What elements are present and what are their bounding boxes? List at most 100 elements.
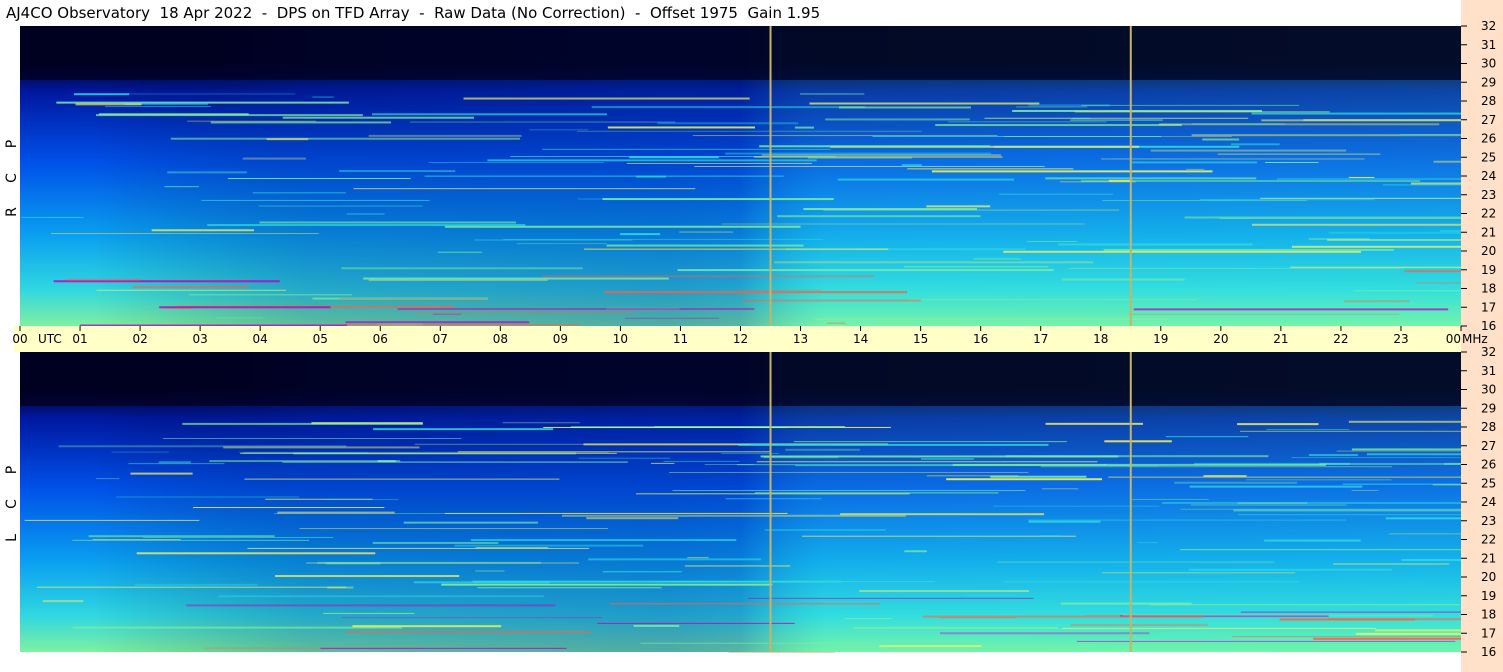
rfi-streak: [922, 615, 1204, 618]
rfi-streak: [1027, 241, 1078, 243]
rfi-streak: [1192, 123, 1285, 125]
rfi-streak: [1251, 223, 1461, 226]
rfi-streak: [463, 97, 750, 100]
rfi-streak: [584, 248, 889, 250]
rfi-streak: [151, 229, 255, 232]
rfi-streak: [274, 575, 460, 578]
rfi-streak: [996, 561, 1275, 563]
time-tick-label: 23: [1393, 332, 1408, 346]
rfi-streak: [306, 562, 579, 564]
rfi-streak: [193, 507, 385, 509]
rfi-streak: [299, 528, 609, 530]
freq-tick-label: 30: [1481, 383, 1496, 397]
spectrogram-shading: [20, 26, 1461, 80]
rfi-streak: [258, 205, 423, 207]
rfi-streak: [577, 130, 922, 132]
freq-tick-label: 24: [1481, 169, 1496, 183]
rfi-streak: [802, 535, 1076, 537]
freq-tick-label: 21: [1481, 225, 1496, 239]
rfi-streak: [1004, 136, 1232, 138]
rfi-streak: [753, 155, 1003, 158]
rfi-streak: [1150, 149, 1347, 152]
rfi-streak: [312, 96, 334, 98]
rfi-streak: [844, 618, 892, 620]
freq-tick-label: 17: [1481, 300, 1496, 314]
rfi-streak: [1401, 558, 1461, 561]
freq-tick-label: 26: [1481, 132, 1496, 146]
rfi-streak: [948, 121, 1107, 123]
rfi-streak: [162, 438, 462, 440]
rfi-streak: [1133, 308, 1449, 311]
time-tick-label: 19: [1153, 332, 1168, 346]
rfi-streak: [633, 624, 680, 627]
rfi-streak: [591, 106, 865, 109]
rfi-streak: [1246, 479, 1392, 481]
rfi-streak: [1041, 488, 1079, 490]
rfi-streak: [692, 135, 998, 137]
rfi-streak: [477, 587, 662, 589]
rfi-streak: [542, 148, 831, 150]
rfi-streak: [964, 594, 1017, 596]
rfi-streak: [92, 539, 181, 541]
time-tick-label: 12: [733, 332, 748, 346]
rfi-streak: [1261, 119, 1461, 122]
rfi-streak: [663, 460, 740, 462]
rfi-streak: [952, 463, 1326, 466]
time-tick-label: 07: [433, 332, 448, 346]
rfi-streak: [904, 550, 927, 553]
freq-tick-label: 18: [1481, 608, 1496, 622]
freq-tick-label: 32: [1481, 345, 1496, 359]
rfi-streak: [170, 137, 521, 140]
rfi-streak: [339, 170, 456, 173]
rfi-streak: [640, 642, 872, 644]
rfi-streak: [244, 478, 560, 480]
freq-tick-label: 31: [1481, 38, 1496, 52]
rfi-streak: [36, 586, 347, 588]
rfi-streak: [799, 92, 865, 95]
rfi-streak: [1165, 436, 1249, 438]
rfi-streak: [763, 456, 839, 459]
rfi-streak: [1190, 504, 1347, 506]
rfi-streak: [793, 441, 1067, 443]
rfi-streak: [1045, 422, 1144, 425]
rfi-streak: [754, 492, 999, 494]
rfi-streak: [159, 306, 331, 309]
rfi-streak: [475, 547, 549, 549]
rfi-streak: [1189, 485, 1363, 488]
rfi-streak: [1232, 636, 1461, 638]
rfi-streak: [227, 178, 411, 180]
rfi-streak: [602, 198, 834, 201]
rfi-streak: [409, 121, 676, 123]
rfi-streak: [578, 457, 671, 459]
rfi-streak: [694, 165, 1045, 167]
freq-tick-label: 23: [1481, 188, 1496, 202]
freq-tick-label: 23: [1481, 514, 1496, 528]
mhz-label: MHz: [1462, 332, 1488, 346]
rfi-streak: [1131, 161, 1258, 164]
rfi-streak: [336, 324, 580, 326]
time-tick-label: 05: [313, 332, 328, 346]
rfi-streak: [1003, 250, 1362, 253]
rfi-streak: [1108, 476, 1461, 478]
rfi-streak: [684, 565, 791, 567]
rfi-streak: [51, 233, 319, 235]
rfi-streak: [1313, 637, 1461, 640]
time-tick-label: 03: [192, 332, 207, 346]
time-tick-label: 08: [493, 332, 508, 346]
rfi-streak: [1058, 243, 1253, 246]
rfi-streak: [368, 134, 522, 137]
rfi-streak: [1186, 168, 1205, 170]
time-tick-label: 00: [1446, 332, 1461, 346]
rfi-streak: [437, 251, 483, 253]
rfi-streak: [339, 298, 488, 300]
rfi-streak: [1348, 176, 1375, 178]
rfi-streak: [542, 275, 875, 278]
rfi-streak: [266, 138, 309, 141]
rfi-streak: [1202, 138, 1240, 141]
rfi-streak: [728, 651, 836, 653]
rfi-streak: [840, 513, 1045, 516]
rfi-streak: [838, 106, 971, 109]
time-tick-label: 15: [913, 332, 928, 346]
rfi-streak: [136, 552, 376, 555]
rfi-streak: [21, 216, 84, 218]
